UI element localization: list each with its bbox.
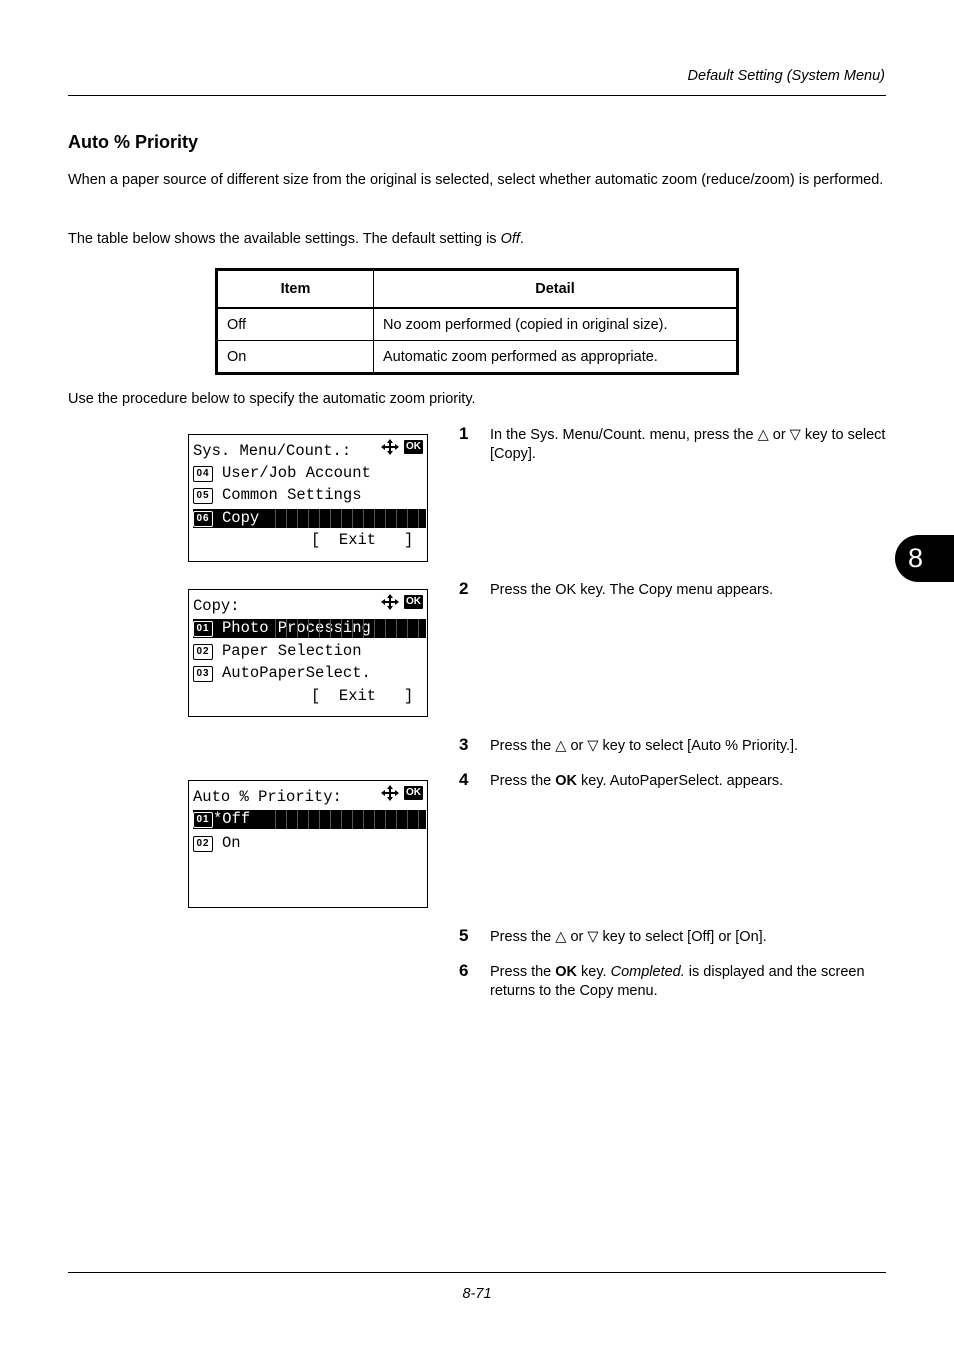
lcd-item-label: User/Job Account [222, 464, 371, 482]
column-header-detail: Detail [373, 269, 738, 309]
step-text-part: Press the [490, 964, 556, 980]
item-number-icon: 03 [193, 666, 213, 682]
settings-table: Item Detail Off No zoom performed (copie… [215, 268, 739, 375]
table-intro-text: The table below shows the available sett… [68, 231, 501, 247]
four-way-arrow-icon [381, 785, 399, 801]
table-intro-paragraph: The table below shows the available sett… [68, 230, 888, 249]
lcd-menu-item[interactable]: 05 Common Settings [193, 486, 426, 505]
column-header-item: Item [216, 269, 374, 309]
footer-rule [68, 1272, 886, 1273]
step-text: Press the △ or ▽ key to select [Auto % P… [490, 738, 799, 754]
lcd-item-label: AutoPaperSelect. [222, 664, 371, 682]
four-way-arrow-icon [381, 439, 399, 455]
step-number: 6 [459, 961, 469, 980]
step-number: 3 [459, 735, 469, 754]
completed-message: Completed. [610, 964, 685, 980]
chapter-tab: 8 [895, 535, 954, 582]
ok-key-icon: OK [404, 786, 423, 800]
lcd-item-label: Common Settings [222, 486, 362, 504]
lcd-item-label: *Off [213, 810, 251, 828]
item-number-icon: 02 [193, 644, 213, 660]
header-rule [68, 95, 886, 96]
step-text: In the Sys. Menu/Count. menu, press the … [490, 427, 886, 462]
lcd-menu-item-selected[interactable]: 06 Copy [193, 509, 426, 528]
lcd-item-label: On [222, 834, 241, 852]
item-number-icon: 01 [193, 621, 213, 637]
step-text-part: key. AutoPaperSelect. appears. [577, 773, 784, 789]
lcd-item-label: Paper Selection [222, 642, 362, 660]
lcd-item-label: Copy [222, 509, 260, 527]
table-intro-suffix: . [519, 231, 524, 247]
step-text: Press the △ or ▽ key to select [Off] or … [490, 929, 767, 945]
item-number-icon: 02 [193, 836, 213, 852]
table-cell-item: On [216, 340, 374, 374]
step-text: Press the OK key. Completed. is displaye… [490, 963, 890, 1001]
lcd-menu-item[interactable]: 02 Paper Selection [193, 642, 426, 661]
item-number-icon: 05 [193, 488, 213, 504]
ok-key-label: OK [555, 773, 578, 789]
running-header: Default Setting (System Menu) [687, 68, 885, 84]
step-text-part: Press the [490, 773, 556, 789]
step-number: 5 [459, 926, 469, 945]
section-title: Auto % Priority [68, 132, 199, 152]
step-text-part: key. [577, 964, 611, 980]
item-number-icon: 04 [193, 466, 213, 482]
lcd-screen-sys-menu: Sys. Menu/Count.: OK 04 User/Job Account … [188, 434, 428, 562]
lcd-menu-item-selected[interactable]: 01 *Off [193, 810, 426, 829]
ok-key-label: OK [555, 964, 578, 980]
intro-paragraph: When a paper source of different size fr… [68, 172, 884, 188]
lcd-exit-softkey[interactable]: [ Exit ] [311, 687, 426, 706]
lcd-screen-copy-menu: Copy: OK 01 Photo Processing 02 Paper Sele… [188, 589, 428, 717]
item-number-icon: 06 [193, 511, 213, 527]
ok-key-icon: OK [404, 440, 423, 454]
lcd-menu-item[interactable]: 04 User/Job Account [193, 464, 426, 483]
lcd-menu-item[interactable]: 03 AutoPaperSelect. [193, 664, 426, 683]
table-cell-detail: Automatic zoom performed as appropriate. [373, 340, 738, 374]
lcd-exit-softkey[interactable]: [ Exit ] [311, 531, 426, 550]
lcd-item-label: Photo Processing [222, 619, 371, 637]
procedure-intro: Use the procedure below to specify the a… [68, 391, 476, 407]
item-number-icon: 01 [193, 812, 213, 828]
step-number: 1 [459, 424, 469, 443]
ok-key-icon: OK [404, 595, 423, 609]
step-number: 2 [459, 579, 469, 598]
lcd-screen-auto-priority: Auto % Priority: OK 01 *Off 02 On [188, 780, 428, 908]
page-number: 8-71 [462, 1286, 492, 1302]
step-text: Press the OK key. The Copy menu appears. [490, 582, 774, 598]
default-value: Off [500, 231, 520, 247]
table-cell-item: Off [216, 307, 374, 341]
table-row: On Automatic zoom performed as appropria… [216, 340, 738, 374]
lcd-menu-item[interactable]: 02 On [193, 834, 426, 853]
lcd-menu-item-selected[interactable]: 01 Photo Processing [193, 619, 426, 638]
step-text: Press the OK key. AutoPaperSelect. appea… [490, 772, 890, 791]
four-way-arrow-icon [381, 594, 399, 610]
table-cell-detail: No zoom performed (copied in original si… [373, 307, 738, 341]
table-row: Off No zoom performed (copied in origina… [216, 307, 738, 341]
step-number: 4 [459, 770, 469, 789]
table-header-row: Item Detail [216, 269, 738, 309]
